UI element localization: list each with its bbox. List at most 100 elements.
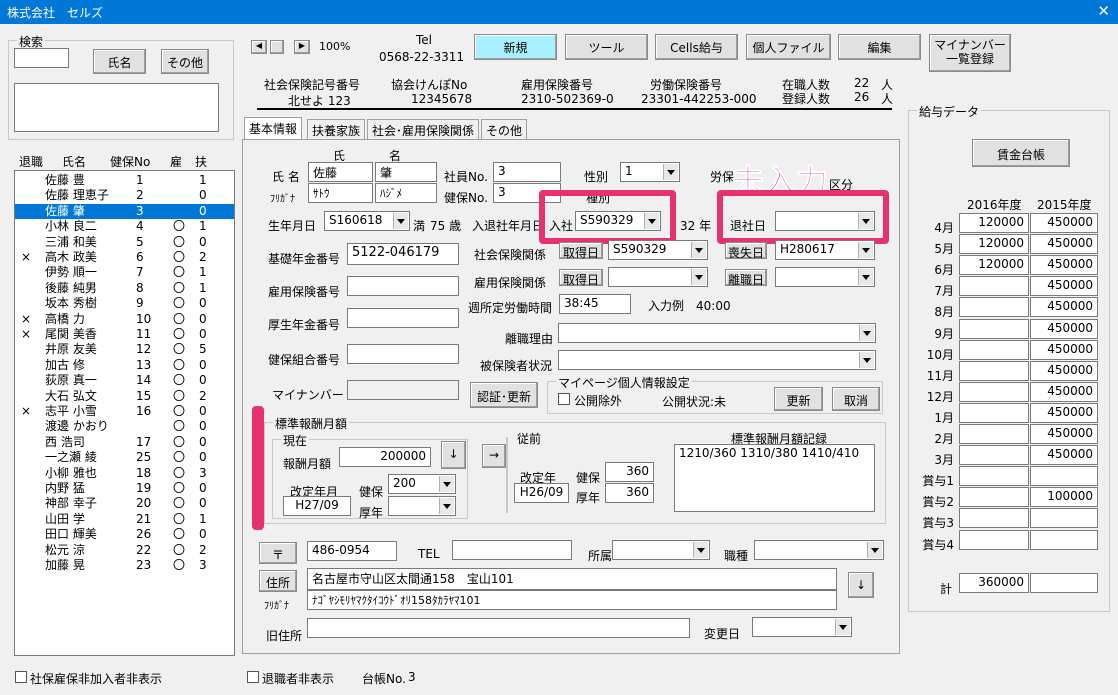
before-kenpo-field[interactable]: 360 [605,462,654,482]
zip-field[interactable]: 486-0954 [307,541,397,561]
chevron-down-icon[interactable] [691,242,706,258]
salary-cell[interactable]: 450000 [1030,424,1098,444]
list-item[interactable]: 荻原 真一 14 〇 0 [15,373,234,388]
chevron-down-icon[interactable] [693,542,708,558]
chevron-down-icon[interactable] [858,242,873,258]
tab-basic[interactable]: 基本情報 [244,117,303,140]
acquire-select[interactable]: S590329 [608,240,708,260]
mypage-cancel-button[interactable]: 取消 [832,387,880,411]
total-field[interactable]: 360000 [959,573,1029,593]
leave-select[interactable] [775,267,875,287]
salary-cell[interactable]: 450000 [1030,318,1098,339]
hide-social-checkbox[interactable] [15,671,27,683]
address-button[interactable]: 住所 [259,570,297,592]
tab-dependents[interactable]: 扶養家族 [307,119,366,139]
salary-cell[interactable] [959,297,1029,318]
salary-cell[interactable]: 450000 [1030,276,1098,297]
salary-cell[interactable]: 450000 [1030,381,1098,402]
list-item[interactable]: 山田 学 21 〇 1 [15,512,234,527]
mynumber-list-button[interactable]: マイナンバー 一覧登録 [929,34,1011,72]
salary-cell[interactable]: 450000 [1030,339,1098,360]
old-address-field[interactable] [307,618,690,638]
salary-cell[interactable] [959,402,1029,423]
before-rev-field[interactable]: H26/09 [514,483,569,503]
chevron-down-icon[interactable] [859,325,874,341]
salary-cell[interactable] [959,445,1029,466]
wage-ledger-button[interactable]: 賃金台帳 [972,139,1070,167]
tab-insurance[interactable]: 社会･雇用保険関係 [367,119,480,139]
list-item[interactable]: 坂本 秀樹 9 〇 0 [15,296,234,311]
edit-button[interactable]: 編集 [838,34,921,60]
search-name-button[interactable]: 氏名 [93,49,146,74]
list-item[interactable]: 加古 修 13 〇 0 [15,358,234,373]
zip-button[interactable]: 〒 [259,542,297,564]
employee-list[interactable]: 佐藤 豊 1 1 佐藤 理恵子 2 0 佐藤 肇 3 0 小林 良二 4 〇 1 三浦 和美 5 〇 0 × 高木 … [14,170,235,656]
change-date-select[interactable] [752,617,852,637]
chevron-down-icon[interactable] [663,164,678,180]
list-item[interactable]: 佐藤 豊 1 1 [15,173,234,188]
list-item[interactable]: 井原 友美 12 〇 5 [15,342,234,357]
job-select[interactable] [754,540,884,560]
acquire-button[interactable]: 取得日 [559,242,603,260]
kosei-select[interactable] [388,496,456,516]
cells-salary-button[interactable]: Cells給与 [655,34,738,60]
salary-cell[interactable] [959,508,1029,529]
salary-cell[interactable] [959,487,1029,508]
list-item[interactable]: 佐藤 肇 3 0 [15,203,234,219]
list-item[interactable]: 加藤 晃 23 〇 3 [15,558,234,573]
list-item[interactable]: 大石 弘文 15 〇 2 [15,389,234,404]
chevron-down-icon[interactable] [439,476,454,492]
pension-field[interactable]: 5122-046179 [347,243,459,265]
salary-cell[interactable] [959,466,1029,487]
public-exclude-checkbox[interactable] [558,393,570,405]
chevron-down-icon[interactable] [859,352,874,368]
kosei-no-field[interactable] [347,308,459,328]
address-down-button[interactable]: ↓ [848,572,874,598]
salary-cell[interactable]: 450000 [1030,234,1098,255]
salary-cell[interactable]: 450000 [1030,360,1098,381]
list-item[interactable]: 渡邊 かおり 〇 0 [15,419,234,434]
salary-cell[interactable]: 120000 [959,234,1029,255]
salary-cell[interactable] [959,318,1029,339]
salary-cell[interactable]: 120000 [959,255,1029,276]
salary-cell[interactable] [1030,508,1098,529]
mynumber-field[interactable] [347,380,459,400]
chevron-down-icon[interactable] [393,213,408,229]
address-field[interactable]: 名古屋市守山区太間通158 宝山101 [307,568,837,590]
kumiai-field[interactable] [347,344,459,364]
weekly-field[interactable]: 38:45 [559,294,631,314]
address-kana-field[interactable]: ﾅｺﾞﾔｼﾓﾘﾔﾏｸﾀｲｺｳﾄﾞｵﾘ158ﾀｶﾗﾔﾏ101 [307,590,837,610]
list-item[interactable]: × 高橋 力 10 〇 0 [15,312,234,327]
tool-button[interactable]: ツール [565,34,648,60]
acquire2-button[interactable]: 取得日 [559,269,603,287]
list-item[interactable]: 三浦 和美 5 〇 0 [15,235,234,250]
salary-cell[interactable] [959,360,1029,381]
list-item[interactable]: 一之瀬 綾 25 〇 0 [15,450,234,465]
leave-button[interactable]: 離職日 [725,269,767,287]
chevron-down-icon[interactable] [691,269,706,285]
search-result-box[interactable] [14,83,219,132]
list-item[interactable]: 内野 猛 19 〇 0 [15,481,234,496]
salary-cell[interactable] [959,276,1029,297]
new-button[interactable]: 新規 [474,34,557,60]
list-item[interactable]: 伊勢 順一 7 〇 1 [15,265,234,280]
total-field-2015[interactable] [1030,573,1098,593]
list-item[interactable]: 松元 涼 22 〇 2 [15,543,234,558]
chevron-down-icon[interactable] [835,619,850,635]
record-box[interactable]: 1210/360 1310/380 1410/410 [674,444,875,512]
search-input[interactable] [14,48,69,68]
revision-field[interactable]: H27/09 [283,496,351,516]
salary-cell[interactable]: 450000 [1030,445,1098,466]
list-item[interactable]: 佐藤 理恵子 2 0 [15,188,234,203]
tab-other[interactable]: その他 [481,119,528,139]
kenpo-select[interactable]: 200 [388,474,456,494]
birth-select[interactable]: S160618 [324,211,410,231]
salary-cell[interactable]: 100000 [1030,487,1098,508]
personal-file-button[interactable]: 個人ファイル [746,34,831,60]
list-item[interactable]: 後藤 純男 8 〇 1 [15,281,234,296]
auth-update-button[interactable]: 認証･更新 [470,382,538,408]
list-item[interactable]: 田口 輝美 26 〇 0 [15,527,234,542]
salary-cell[interactable]: 450000 [1030,402,1098,423]
salary-cell[interactable] [959,381,1029,402]
last-name-field[interactable]: 佐藤 [308,162,373,182]
